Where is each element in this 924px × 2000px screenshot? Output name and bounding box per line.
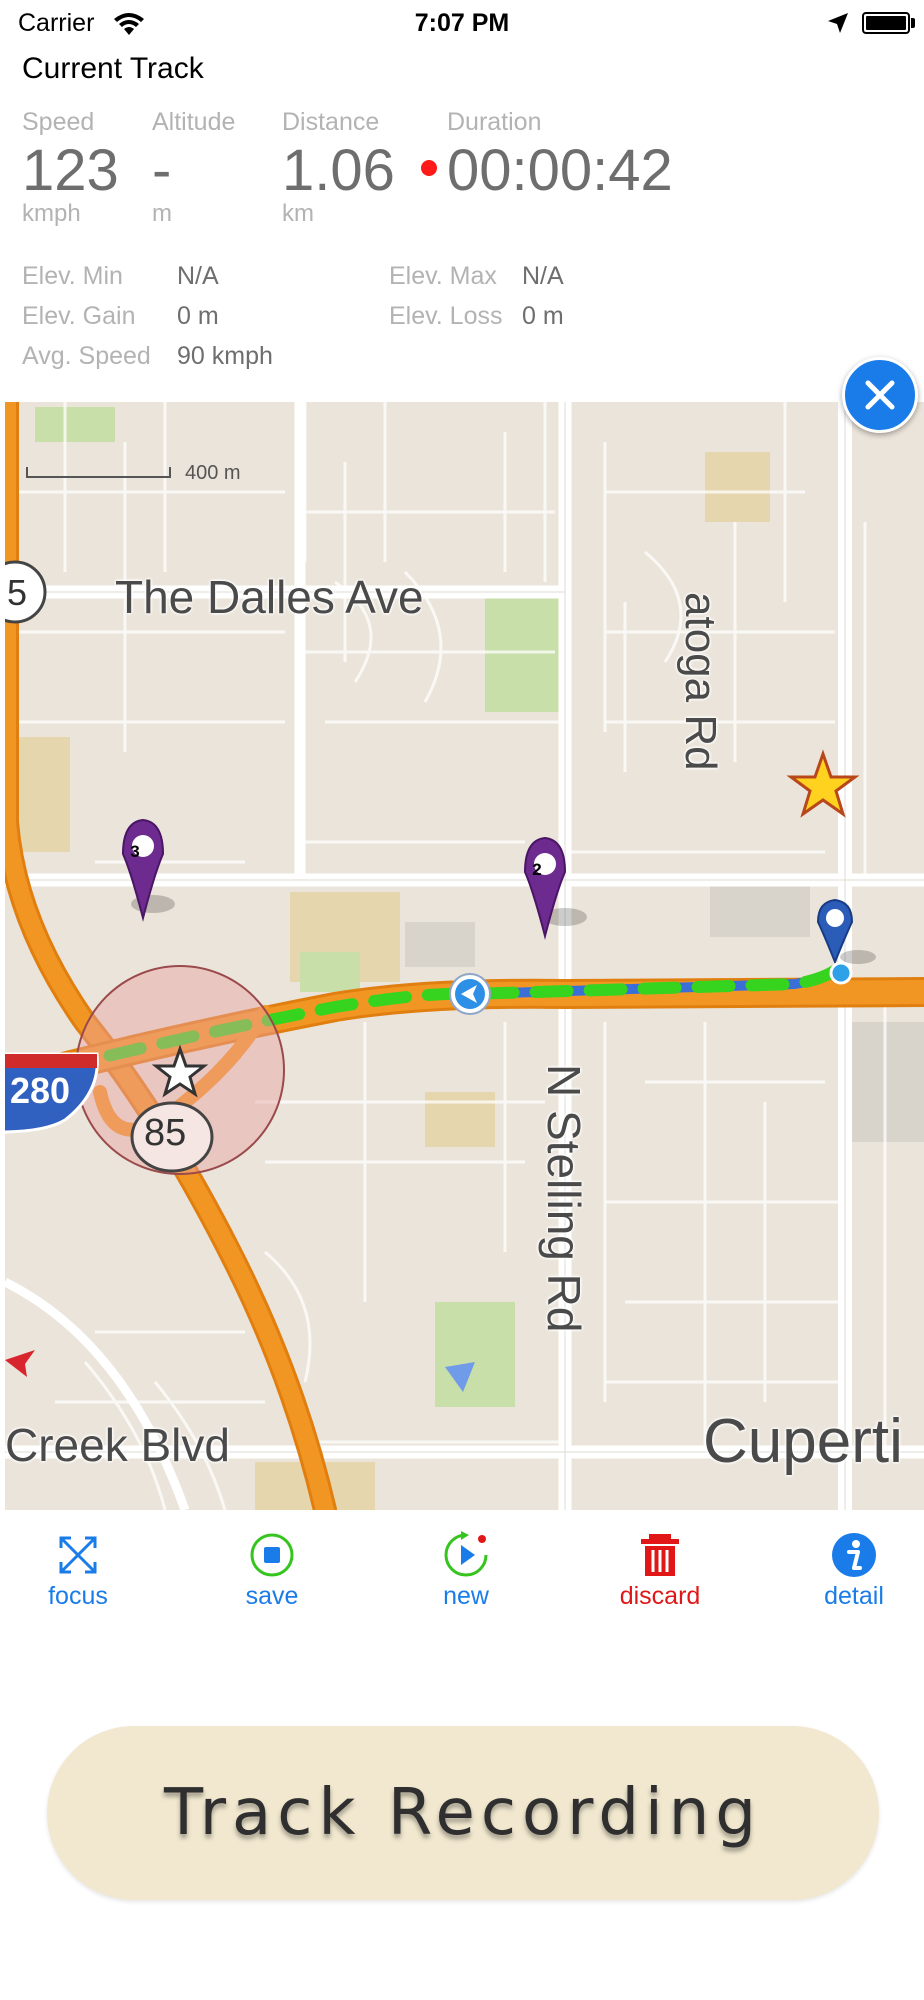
speed-label: Speed <box>22 108 95 136</box>
distance-label: Distance <box>282 108 380 136</box>
battery-tip <box>911 18 915 28</box>
street-label-stelling: N Stelling Rd <box>538 1064 590 1333</box>
stop-save-icon <box>250 1533 294 1577</box>
page-title: Current Track <box>22 52 204 85</box>
street-label-saratoga: atoga Rd <box>676 592 725 771</box>
hwy-85-label: 85 <box>144 1112 187 1154</box>
elev-max-value: N/A <box>522 262 564 290</box>
side-road <box>5 1277 190 1510</box>
battery-icon <box>862 12 910 34</box>
land-area <box>425 1092 495 1147</box>
map-view[interactable]: 400 m The Dalles Ave atoga Rd N Stelling… <box>5 402 924 1510</box>
land-area <box>705 452 770 522</box>
new-track-icon <box>444 1531 488 1577</box>
building <box>710 882 810 937</box>
clock: 7:07 PM <box>414 9 510 37</box>
status-bar: Carrier 7:07 PM <box>0 0 924 46</box>
elev-gain-label: Elev. Gain <box>22 302 136 330</box>
track-recording-label: Track Recording <box>164 1776 762 1850</box>
focus-icon <box>59 1536 97 1574</box>
distance-unit: km <box>282 200 314 227</box>
discard-button[interactable]: discard <box>590 1530 730 1611</box>
avg-speed-label: Avg. Speed <box>22 342 151 370</box>
scale-label: 400 m <box>185 462 241 484</box>
altitude-label: Altitude <box>152 108 236 136</box>
info-icon <box>832 1533 876 1577</box>
track-start-marker <box>449 973 491 1015</box>
hwy-280-label: 280 <box>10 1070 71 1111</box>
duration-label: Duration <box>447 108 542 136</box>
park-area <box>435 1302 515 1407</box>
altitude-value: - <box>152 138 172 203</box>
elev-gain-value: 0 m <box>177 302 219 330</box>
detail-button[interactable]: detail <box>784 1530 924 1611</box>
street-label-creek: Creek Blvd <box>5 1419 230 1471</box>
close-icon <box>865 380 895 410</box>
hwy-left-label: 5 <box>7 572 28 613</box>
speed-unit: kmph <box>22 200 81 227</box>
recording-dot <box>421 160 437 176</box>
park-area <box>485 597 560 712</box>
new-label: new <box>443 1582 489 1610</box>
focus-label: focus <box>48 1582 108 1610</box>
street-label-dalles: The Dalles Ave <box>115 571 424 623</box>
duration-value: 00:00:42 <box>447 138 673 203</box>
location-arrow-icon <box>828 13 848 33</box>
speed-value: 123 <box>22 138 119 203</box>
elev-max-label: Elev. Max <box>389 262 497 290</box>
map-canvas <box>5 402 924 1510</box>
elev-loss-value: 0 m <box>522 302 564 330</box>
scale-bar <box>26 467 171 478</box>
trash-icon <box>641 1534 679 1576</box>
detail-label: detail <box>824 1582 884 1610</box>
elev-loss-label: Elev. Loss <box>389 302 503 330</box>
park-area <box>300 952 360 992</box>
building <box>405 922 475 967</box>
close-map-button[interactable] <box>842 357 918 433</box>
new-track-button[interactable]: new <box>396 1530 536 1611</box>
waypoint-label-3: 3 <box>130 842 140 861</box>
waypoint-label-2: 2 <box>532 860 542 879</box>
park-area <box>35 407 115 442</box>
altitude-unit: m <box>152 200 172 227</box>
elev-min-value: N/A <box>177 262 219 290</box>
direction-arrow-icon <box>5 1350 35 1377</box>
save-button[interactable]: save <box>202 1530 342 1611</box>
distance-value: 1.06 <box>282 138 395 203</box>
avg-speed-value: 90 kmph <box>177 342 273 370</box>
city-label-cupertino: Cuperti <box>703 1407 903 1476</box>
waypoint-pin-3 <box>121 818 175 922</box>
discard-label: discard <box>619 1582 701 1610</box>
save-label: save <box>245 1582 299 1610</box>
elev-min-label: Elev. Min <box>22 262 123 290</box>
track-recording-button[interactable]: Track Recording <box>47 1726 879 1900</box>
focus-button[interactable]: focus <box>8 1530 148 1611</box>
